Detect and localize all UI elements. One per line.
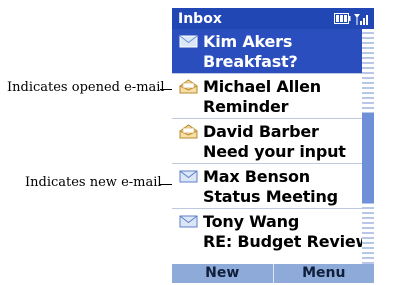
scrollbar-thumb[interactable] [362,113,374,203]
page-title: Inbox [178,10,222,27]
message-subject: Need your input [203,142,346,161]
message-sender: Kim Akers [203,31,293,51]
status-icons [334,13,368,25]
message-subject: Reminder [203,97,289,116]
message-row[interactable]: Max Benson Status Meeting [172,164,362,209]
message-row[interactable]: Kim Akers Breakfast? [172,29,362,74]
new-mail-icon [179,215,198,227]
annotation-opened-email: Indicates opened e-mail [7,80,165,95]
new-softkey[interactable]: New [172,264,273,283]
opened-mail-icon [179,123,198,138]
signal-strength-icon [354,13,368,25]
message-sender: Tony Wang [203,211,300,231]
message-subject: RE: Budget Review [203,232,371,251]
new-mail-icon [179,170,198,182]
phone-screen: Inbox Kim Akers Breakfast? Michael Allen… [172,8,374,283]
message-row[interactable]: Tony Wang RE: Budget Review [172,209,371,254]
message-subject: Breakfast? [203,52,298,71]
message-sender: David Barber [203,121,319,141]
message-sender: Max Benson [203,166,310,186]
message-row[interactable]: David Barber Need your input [172,119,362,164]
annotation-new-email: Indicates new e-mail [25,175,162,190]
menu-softkey[interactable]: Menu [272,264,375,283]
new-mail-icon [179,35,198,47]
message-subject: Status Meeting [203,187,338,206]
opened-mail-icon [179,78,198,93]
message-sender: Michael Allen [203,76,321,96]
message-list: Kim Akers Breakfast? Michael Allen Remin… [172,29,374,264]
message-row[interactable]: Michael Allen Reminder [172,74,362,119]
title-bar: Inbox [172,8,374,29]
softkey-bar: New Menu [172,264,374,283]
scrollbar[interactable] [362,29,374,264]
battery-icon [334,13,351,24]
